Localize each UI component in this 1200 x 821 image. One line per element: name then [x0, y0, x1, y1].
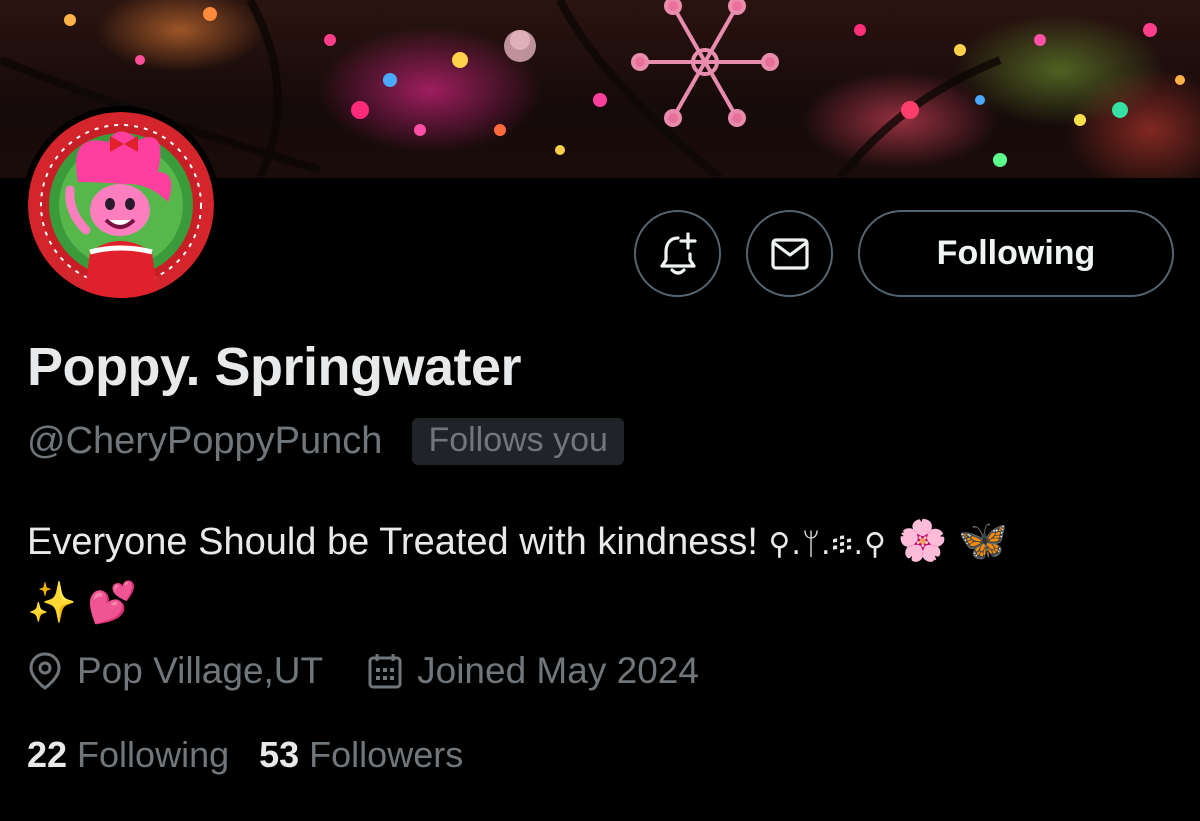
- avatar[interactable]: [22, 106, 220, 304]
- joined-item: Joined May 2024: [367, 650, 699, 692]
- follows-you-badge: Follows you: [412, 418, 624, 465]
- bio-line-1: Everyone Should be Treated with kindness…: [27, 512, 1177, 574]
- avatar-image: [28, 112, 214, 298]
- sparkles-emoji: ✨: [27, 580, 77, 626]
- joined-text: Joined May 2024: [417, 650, 699, 691]
- calendar-icon: [368, 654, 402, 689]
- following-stat[interactable]: 22 Following: [27, 734, 229, 776]
- envelope-icon: [770, 237, 809, 270]
- profile-bio: Everyone Should be Treated with kindness…: [27, 512, 1177, 633]
- butterfly-emoji: 🦋: [958, 518, 1008, 564]
- message-button[interactable]: [746, 210, 833, 297]
- poppy-avatar-art: [28, 112, 214, 298]
- following-count: 22: [27, 734, 68, 775]
- following-button-label: Following: [936, 234, 1096, 272]
- followers-stat[interactable]: 53 Followers: [259, 734, 463, 776]
- following-button[interactable]: Following: [858, 210, 1174, 297]
- bio-text: Everyone Should be Treated with kindness…: [27, 521, 758, 563]
- cherry-blossom-emoji: 🌸: [897, 518, 948, 564]
- location-item: Pop Village,UT: [27, 650, 323, 692]
- following-label: Following: [77, 734, 230, 775]
- followers-label: Followers: [309, 734, 464, 775]
- follow-stats: 22 Following 53 Followers: [27, 734, 463, 776]
- user-handle: @CheryPoppyPunch: [27, 420, 383, 462]
- bio-line-2: ✨ 💕: [27, 574, 1177, 633]
- handle-row: @CheryPoppyPunch Follows you: [27, 418, 624, 465]
- profile-meta: Pop Village,UT Joined May 2024: [27, 650, 699, 692]
- location-pin-icon: [29, 652, 61, 690]
- followers-count: 53: [259, 734, 300, 775]
- display-name: Poppy. Springwater: [27, 337, 522, 397]
- location-text: Pop Village,UT: [77, 650, 324, 691]
- bell-plus-icon: [659, 231, 697, 275]
- notify-button[interactable]: [634, 210, 721, 297]
- profile-page: Following Poppy. Springwater @CheryPoppy…: [0, 0, 1200, 821]
- two-hearts-emoji: 💕: [87, 580, 138, 626]
- bio-symbols: ⚲.ᛘ.፨.⚲: [768, 527, 888, 562]
